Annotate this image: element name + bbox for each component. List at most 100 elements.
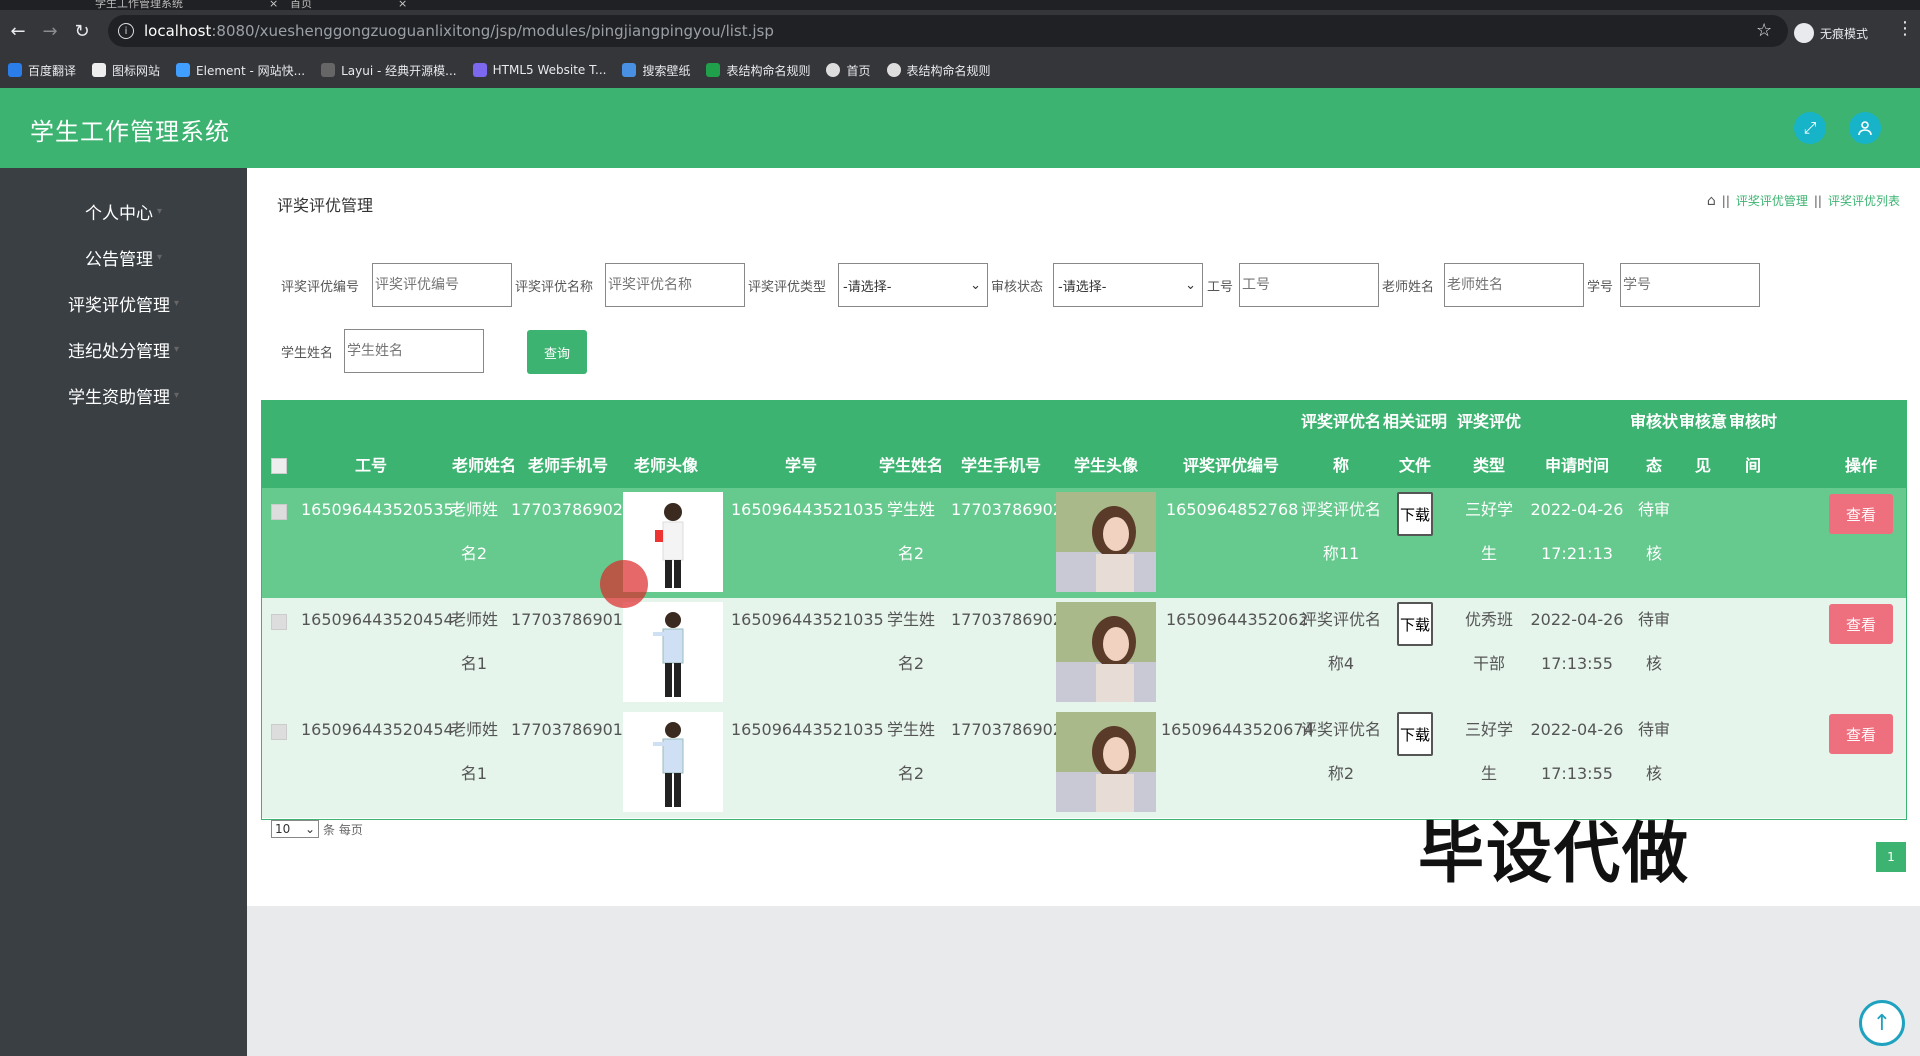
col-award-name-cont: 称 <box>1332 456 1349 475</box>
flag-icon <box>92 63 107 77</box>
student-avatar-image <box>1056 492 1156 592</box>
back-to-top-icon[interactable]: ↑ <box>1859 1000 1905 1046</box>
url-host: localhost <box>144 22 212 40</box>
col-award-no[interactable]: 评奖评优编号 <box>1171 444 1291 488</box>
col-audit-time[interactable]: 审核时 <box>1725 400 1781 444</box>
bookmark-item[interactable]: 图标网站 <box>92 62 160 79</box>
col-cert-file-cont: 文件 <box>1398 456 1431 475</box>
back-icon[interactable]: ← <box>4 17 32 45</box>
table-row[interactable]: 165096443520454 老师姓 名1 17703786901 16509… <box>261 598 1907 708</box>
row-checkbox[interactable] <box>271 724 287 740</box>
student-name-input[interactable] <box>344 329 484 373</box>
page-size-value: 10 <box>275 822 291 836</box>
sidebar-item-awards[interactable]: 评奖评优管理 ▾ <box>0 280 247 326</box>
view-button[interactable]: 查看 <box>1829 604 1893 644</box>
award-no-input[interactable] <box>372 263 512 307</box>
cell-apply-date: 2022-04-26 <box>1530 720 1624 739</box>
sidebar-item-profile[interactable]: 个人中心 ▾ <box>0 188 247 234</box>
award-name-input[interactable] <box>605 263 745 307</box>
row-checkbox[interactable] <box>271 614 287 630</box>
col-staff-no[interactable]: 工号 <box>331 444 411 488</box>
col-student-name[interactable]: 学生姓名 <box>871 444 951 488</box>
col-student-no[interactable]: 学号 <box>731 444 871 488</box>
student-name-label: 学生姓名 <box>281 346 334 361</box>
col-audit-opinion[interactable]: 审核意 <box>1677 400 1729 444</box>
bookmark-label: 图标网站 <box>112 63 161 78</box>
chevron-down-icon: ▾ <box>173 297 180 309</box>
wallpaper-icon <box>622 63 637 77</box>
col-cert-file[interactable]: 相关证明 <box>1379 400 1451 444</box>
col-teacher-name[interactable]: 老师姓名 <box>444 444 524 488</box>
bookmark-item[interactable]: Element - 网站快... <box>176 62 305 79</box>
col-action: 操作 <box>1844 456 1877 475</box>
forward-icon[interactable]: → <box>36 17 64 45</box>
sheet-icon <box>706 63 721 77</box>
sidebar-item-aid[interactable]: 学生资助管理 ▾ <box>0 372 247 418</box>
download-button[interactable]: 下载 <box>1397 492 1433 536</box>
download-button[interactable]: 下载 <box>1397 602 1433 646</box>
page-size-select[interactable]: 10 ⌄ <box>271 820 319 838</box>
breadcrumb-item[interactable]: 评奖评优管理 <box>1736 192 1808 209</box>
col-award-name[interactable]: 评奖评优名 <box>1301 400 1381 444</box>
breadcrumb-separator: || <box>1721 193 1730 208</box>
download-button[interactable]: 下载 <box>1397 712 1433 756</box>
main-content: 评奖评优管理 ⌂|| 评奖评优管理|| 评奖评优列表 评奖评优编号 评奖评优名称… <box>247 168 1920 906</box>
bookmark-item[interactable]: Layui - 经典开源模... <box>321 62 457 79</box>
cell-teacher-name-cont: 名1 <box>460 654 488 673</box>
col-audit-status[interactable]: 审核状 <box>1627 400 1681 444</box>
audit-status-select[interactable]: -请选择- ⌄ <box>1053 263 1203 307</box>
browser-tab-active[interactable]: 学生工作管理系统 × <box>95 0 278 10</box>
row-checkbox[interactable] <box>271 504 287 520</box>
cell-award-type: 三好学 <box>1464 720 1513 739</box>
bookmark-label: HTML5 Website T... <box>492 63 607 77</box>
sidebar-item-notices[interactable]: 公告管理 ▾ <box>0 234 247 280</box>
student-no-input[interactable] <box>1620 263 1760 307</box>
browser-menu-icon[interactable]: ⋮ <box>1896 18 1914 39</box>
sidebar-item-label: 学生资助管理 <box>67 387 170 408</box>
award-type-select[interactable]: -请选择- ⌄ <box>838 263 988 307</box>
view-button[interactable]: 查看 <box>1829 714 1893 754</box>
cell-student-phone: 17703786902 <box>951 610 1063 629</box>
select-all-checkbox[interactable] <box>271 458 287 474</box>
close-tab-icon[interactable]: × <box>398 0 407 10</box>
page-number-button[interactable]: 1 <box>1876 842 1906 872</box>
sidebar-item-discipline[interactable]: 违纪处分管理 ▾ <box>0 326 247 372</box>
user-icon[interactable] <box>1849 112 1881 144</box>
bookmark-item[interactable]: 表结构命名规则 <box>886 62 991 79</box>
bookmark-item[interactable]: 表结构命名规则 <box>706 62 810 79</box>
teacher-name-label: 老师姓名 <box>1382 280 1435 295</box>
teacher-avatar-image <box>623 602 723 702</box>
col-award-type[interactable]: 评奖评优 <box>1451 400 1527 444</box>
bookmark-star-icon[interactable]: ☆ <box>1756 20 1772 41</box>
table-row[interactable]: 165096443520535 老师姓 名2 17703786902 16509… <box>261 488 1907 598</box>
query-button[interactable]: 查询 <box>527 330 587 374</box>
reload-icon[interactable]: ↻ <box>68 17 96 45</box>
bookmark-label: 搜索壁纸 <box>642 63 691 78</box>
home-icon[interactable]: ⌂ <box>1707 193 1716 209</box>
cell-award-name-cont: 称11 <box>1322 544 1360 563</box>
cell-student-phone: 17703786902 <box>951 720 1063 739</box>
col-student-phone[interactable]: 学生手机号 <box>951 444 1051 488</box>
teacher-name-input[interactable] <box>1444 263 1584 307</box>
col-teacher-avatar[interactable]: 老师头像 <box>616 444 716 488</box>
browser-tab[interactable]: 首页 × <box>290 0 407 10</box>
col-student-avatar[interactable]: 学生头像 <box>1051 444 1161 488</box>
breadcrumb-item[interactable]: 评奖评优列表 <box>1828 192 1900 209</box>
bookmark-item[interactable]: 首页 <box>826 62 871 79</box>
url-input[interactable]: i localhost:8080/xueshenggongzuoguanlixi… <box>108 15 1788 47</box>
bookmark-item[interactable]: HTML5 Website T... <box>472 63 607 77</box>
bookmark-item[interactable]: 搜索壁纸 <box>622 62 690 79</box>
col-apply-time[interactable]: 申请时间 <box>1527 444 1627 488</box>
fullscreen-icon[interactable]: ⤢ <box>1794 112 1826 144</box>
staff-no-input[interactable] <box>1239 263 1379 307</box>
view-button[interactable]: 查看 <box>1829 494 1893 534</box>
cell-teacher-name: 老师姓 <box>449 500 498 519</box>
url-path: :8080/xueshenggongzuoguanlixitong/jsp/mo… <box>211 22 774 40</box>
info-icon[interactable]: i <box>118 23 134 39</box>
bookmark-item[interactable]: 百度翻译 <box>8 62 76 79</box>
col-teacher-phone[interactable]: 老师手机号 <box>523 444 613 488</box>
incognito-badge[interactable]: 无痕模式 <box>1794 23 1868 43</box>
close-tab-icon[interactable]: × <box>269 0 278 10</box>
sidebar: 个人中心 ▾ 公告管理 ▾ 评奖评优管理 ▾ 违纪处分管理 ▾ 学生资助管理 ▾ <box>0 168 247 1056</box>
cell-student-no: 165096443521035 <box>731 500 884 519</box>
